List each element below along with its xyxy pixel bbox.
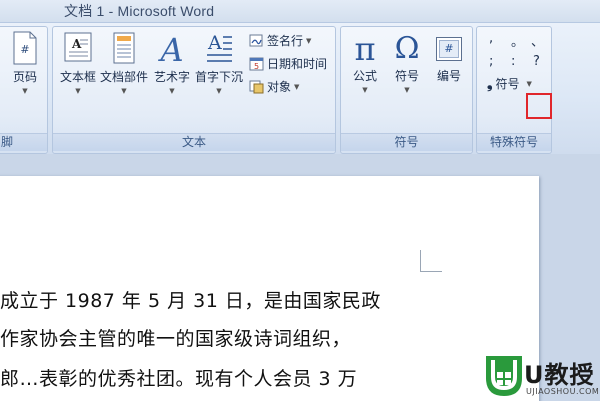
chevron-down-icon: ▼ bbox=[306, 36, 312, 45]
calendar-icon: 5 bbox=[249, 57, 264, 71]
margin-corner-mark bbox=[420, 250, 442, 272]
textbox-icon: A bbox=[64, 32, 92, 62]
quickparts-label: 文档部件 bbox=[99, 70, 148, 84]
chevron-down-icon: ▼ bbox=[216, 87, 222, 95]
equation-button[interactable]: π 公式 ▼ bbox=[345, 31, 385, 94]
svg-text:5: 5 bbox=[254, 62, 259, 71]
chevron-down-icon[interactable]: ▼ bbox=[527, 80, 532, 88]
svg-text:#: # bbox=[20, 43, 29, 56]
dropcap-label: 首字下沉 bbox=[194, 70, 243, 84]
watermark-brand: U教授 bbox=[524, 361, 595, 389]
group-label-text: 文本 bbox=[53, 133, 335, 151]
group-label-special-symbols: 特殊符号 bbox=[477, 133, 551, 151]
chevron-down-icon: ▼ bbox=[294, 82, 300, 91]
object-label: 对象 bbox=[267, 80, 292, 94]
special-symbols-group: , 。 、 ; : ? ❟ 符号 ▼ 特殊符号 bbox=[476, 26, 552, 154]
symbol-comma[interactable]: , bbox=[489, 31, 493, 46]
date-time-button[interactable]: 5 日期和时间 bbox=[249, 55, 327, 72]
page-number-icon: # bbox=[13, 31, 37, 65]
watermark-logo: U教授 UJIAOSHOU.COM bbox=[482, 352, 600, 401]
page-number-label: 页码 bbox=[12, 70, 37, 84]
symbol-colon[interactable]: : bbox=[511, 54, 515, 69]
symbol-semicolon[interactable]: ; bbox=[489, 54, 493, 69]
symbol-enumeration-comma[interactable]: 、 bbox=[531, 31, 544, 50]
more-symbols-button[interactable]: ❟ 符号 ▼ bbox=[487, 75, 532, 92]
watermark-url: UJIAOSHOU.COM bbox=[526, 387, 600, 396]
date-time-label: 日期和时间 bbox=[267, 57, 328, 71]
textbox-label: 文本框 bbox=[59, 70, 96, 84]
group-label-header-footer: 脚 bbox=[0, 133, 47, 151]
page-number-button[interactable]: # 页码 ▼ bbox=[5, 31, 45, 95]
dropcap-icon: A bbox=[207, 32, 232, 62]
chevron-down-icon: ▼ bbox=[121, 87, 127, 95]
numbering-icon: # bbox=[429, 31, 469, 67]
window-title: 文档 1 - Microsoft Word bbox=[64, 3, 215, 19]
wordart-label: 艺术字 bbox=[153, 70, 190, 84]
wordart-icon: A bbox=[157, 31, 183, 69]
signature-line-label: 签名行 bbox=[267, 34, 304, 48]
document-line-2: 作家协会主管的唯一的国家级诗词组织， bbox=[0, 328, 352, 350]
document-line-3: 郎…表彰的优秀社团。现有个人会员 3 万 bbox=[0, 368, 358, 390]
highlight-box bbox=[526, 93, 552, 119]
quickparts-button[interactable]: 文档部件 ▼ bbox=[99, 31, 149, 95]
title-bar: 文档 1 - Microsoft Word bbox=[0, 0, 600, 22]
wordart-button[interactable]: A 艺术字 ▼ bbox=[151, 31, 193, 95]
symbols-group: π 公式 ▼ Ω 符号 ▼ # 编号 符号 bbox=[340, 26, 473, 154]
object-button[interactable]: 对象 ▼ bbox=[249, 78, 299, 95]
header-footer-group: # 页码 ▼ 脚 bbox=[0, 26, 48, 154]
numbering-button[interactable]: # 编号 bbox=[429, 31, 469, 84]
number-glyph: # bbox=[439, 40, 459, 58]
chevron-down-icon: ▼ bbox=[75, 87, 81, 95]
chevron-down-icon: ▼ bbox=[169, 87, 175, 95]
textbox-button[interactable]: A 文本框 ▼ bbox=[57, 31, 99, 95]
svg-text:A: A bbox=[207, 32, 222, 54]
group-label-symbols: 符号 bbox=[341, 133, 472, 151]
symbol-label: 符号 bbox=[394, 69, 419, 83]
comma-icon: ❟ bbox=[487, 75, 493, 92]
dropcap-button[interactable]: A 首字下沉 ▼ bbox=[193, 31, 245, 95]
object-icon bbox=[249, 80, 264, 94]
more-symbols-label: 符号 bbox=[495, 77, 520, 91]
symbol-button[interactable]: Ω 符号 ▼ bbox=[387, 31, 427, 94]
omega-icon: Ω bbox=[394, 31, 420, 66]
equation-label: 公式 bbox=[352, 69, 377, 83]
document-line-1: 成立于 1987 年 5 月 31 日，是由国家民政 bbox=[0, 290, 381, 312]
text-group: A 文本框 ▼ 文档部件 ▼ A 艺术字 ▼ A 首字下沉 ▼ 签名行 ▼ 5 … bbox=[52, 26, 336, 154]
signature-icon bbox=[249, 34, 263, 47]
pi-icon: π bbox=[354, 30, 376, 68]
numbering-label: 编号 bbox=[436, 69, 461, 83]
quickparts-icon bbox=[113, 32, 135, 64]
signature-line-button[interactable]: 签名行 ▼ bbox=[249, 32, 311, 49]
symbol-period[interactable]: 。 bbox=[511, 31, 524, 50]
symbol-question[interactable]: ? bbox=[533, 54, 540, 69]
chevron-down-icon: ▼ bbox=[362, 86, 368, 94]
chevron-down-icon: ▼ bbox=[404, 86, 410, 94]
chevron-down-icon: ▼ bbox=[22, 87, 28, 95]
svg-text:A: A bbox=[157, 31, 183, 65]
